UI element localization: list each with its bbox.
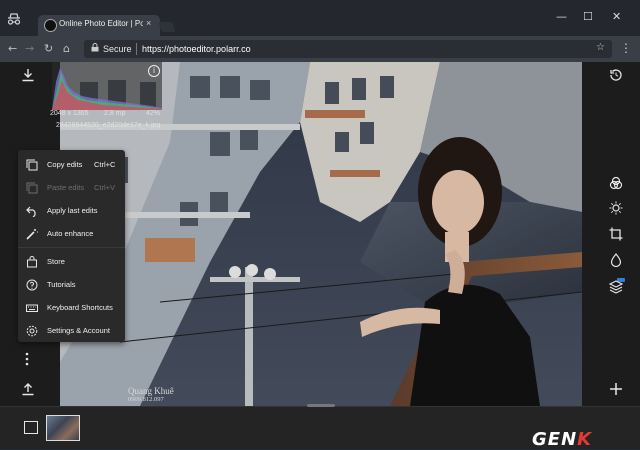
histogram bbox=[52, 62, 162, 112]
keyboard-icon bbox=[26, 302, 38, 314]
browser-menu-icon[interactable]: ⋮ bbox=[620, 41, 632, 55]
minimize-button[interactable]: — bbox=[556, 10, 567, 23]
image-filename: 28428944530_e2d20de17e_k.jpg bbox=[56, 122, 161, 129]
back-icon[interactable]: ← bbox=[8, 42, 17, 55]
image-megapixels: 2.8 mp bbox=[104, 110, 126, 117]
app-menu: Copy edits Ctrl+C Paste edits Ctrl+V App… bbox=[18, 150, 125, 342]
gallery-icon[interactable] bbox=[24, 421, 38, 434]
browser-chrome: Online Photo Editor | Polarr × — ☐ ✕ ← →… bbox=[0, 0, 640, 62]
image-dimensions: 2048 x 1365 bbox=[50, 110, 89, 117]
incognito-icon bbox=[6, 12, 24, 26]
right-toolbar bbox=[582, 62, 640, 406]
street-photo bbox=[60, 62, 582, 406]
info-icon[interactable]: i bbox=[148, 65, 160, 77]
menu-divider bbox=[18, 247, 125, 248]
menu-item-paste-edits[interactable]: Paste edits Ctrl+V bbox=[18, 178, 125, 198]
menu-label: Copy edits bbox=[47, 160, 83, 169]
tab-strip: Online Photo Editor | Polarr × — ☐ ✕ bbox=[0, 0, 640, 36]
watermark-name: Quang Khuê bbox=[128, 386, 174, 396]
image-zoom: 42% bbox=[146, 110, 161, 117]
more-vert-icon[interactable] bbox=[24, 352, 30, 369]
copy-icon bbox=[26, 159, 38, 171]
menu-item-copy-edits[interactable]: Copy edits Ctrl+C bbox=[18, 155, 125, 175]
history-icon[interactable] bbox=[609, 68, 623, 85]
home-icon[interactable]: ⌂ bbox=[63, 42, 70, 55]
secure-label: Secure bbox=[103, 44, 132, 54]
navigation-bar: ← → ↻ ⌂ Secure https://photoeditor.polar… bbox=[0, 36, 640, 62]
magic-wand-icon bbox=[26, 228, 38, 240]
paste-icon bbox=[26, 182, 38, 194]
tab-title: Online Photo Editor | Polarr bbox=[59, 19, 143, 28]
menu-label: Keyboard Shortcuts bbox=[47, 303, 113, 312]
menu-item-store[interactable]: Store bbox=[18, 252, 125, 272]
new-tab-button[interactable] bbox=[158, 22, 176, 32]
browser-tab[interactable]: Online Photo Editor | Polarr × bbox=[38, 15, 160, 36]
upload-icon[interactable] bbox=[21, 382, 35, 399]
add-icon[interactable] bbox=[609, 382, 623, 399]
watermark-phone: 0909.812.097 bbox=[128, 396, 164, 403]
shopping-bag-icon bbox=[26, 256, 38, 268]
help-circle-icon bbox=[26, 279, 38, 291]
filmstrip-bar: GENK bbox=[0, 404, 640, 450]
menu-label: Auto enhance bbox=[47, 229, 94, 238]
address-bar[interactable]: Secure https://photoeditor.polarr.co ☆ bbox=[84, 40, 612, 58]
bookmark-star-icon[interactable]: ☆ bbox=[596, 42, 605, 53]
tab-close-icon[interactable]: × bbox=[146, 18, 151, 28]
close-window-button[interactable]: ✕ bbox=[612, 10, 621, 23]
menu-label: Tutorials bbox=[47, 280, 76, 289]
menu-item-tutorials[interactable]: Tutorials bbox=[18, 275, 125, 295]
polarr-app: Quang Khuê 0909.812.097 i 2048 x 1365 2.… bbox=[0, 62, 640, 450]
address-divider bbox=[136, 43, 137, 55]
menu-shortcut: Ctrl+C bbox=[94, 160, 116, 169]
menu-label: Store bbox=[47, 257, 65, 266]
genk-logo: GENK bbox=[532, 429, 593, 450]
menu-item-settings-account[interactable]: Settings & Account bbox=[18, 321, 125, 341]
layers-icon[interactable] bbox=[608, 278, 625, 297]
panel-drag-handle[interactable] bbox=[307, 404, 335, 407]
menu-label: Paste edits bbox=[47, 183, 85, 192]
settings-gear-icon bbox=[26, 325, 38, 337]
maximize-button[interactable]: ☐ bbox=[583, 10, 593, 23]
crop-icon[interactable] bbox=[609, 227, 623, 244]
menu-item-keyboard-shortcuts[interactable]: Keyboard Shortcuts bbox=[18, 298, 125, 318]
menu-label: Settings & Account bbox=[47, 326, 110, 335]
reload-icon[interactable]: ↻ bbox=[44, 42, 53, 55]
adjust-sun-icon[interactable] bbox=[609, 201, 623, 218]
menu-item-apply-last-edits[interactable]: Apply last edits bbox=[18, 201, 125, 221]
menu-label: Apply last edits bbox=[47, 206, 98, 215]
url-text[interactable]: https://photoeditor.polarr.co bbox=[142, 44, 251, 54]
retouch-drop-icon[interactable] bbox=[609, 253, 623, 270]
photo-thumbnail[interactable] bbox=[46, 415, 80, 441]
polarr-favicon bbox=[44, 19, 57, 32]
download-icon[interactable] bbox=[21, 68, 35, 85]
forward-icon[interactable]: → bbox=[25, 42, 34, 55]
menu-shortcut: Ctrl+V bbox=[94, 183, 116, 192]
undo-arrow-icon bbox=[26, 205, 38, 218]
lock-icon bbox=[91, 43, 99, 54]
menu-item-auto-enhance[interactable]: Auto enhance bbox=[18, 224, 125, 244]
photo-canvas[interactable]: Quang Khuê 0909.812.097 bbox=[60, 62, 582, 406]
filters-icon[interactable] bbox=[609, 176, 623, 193]
